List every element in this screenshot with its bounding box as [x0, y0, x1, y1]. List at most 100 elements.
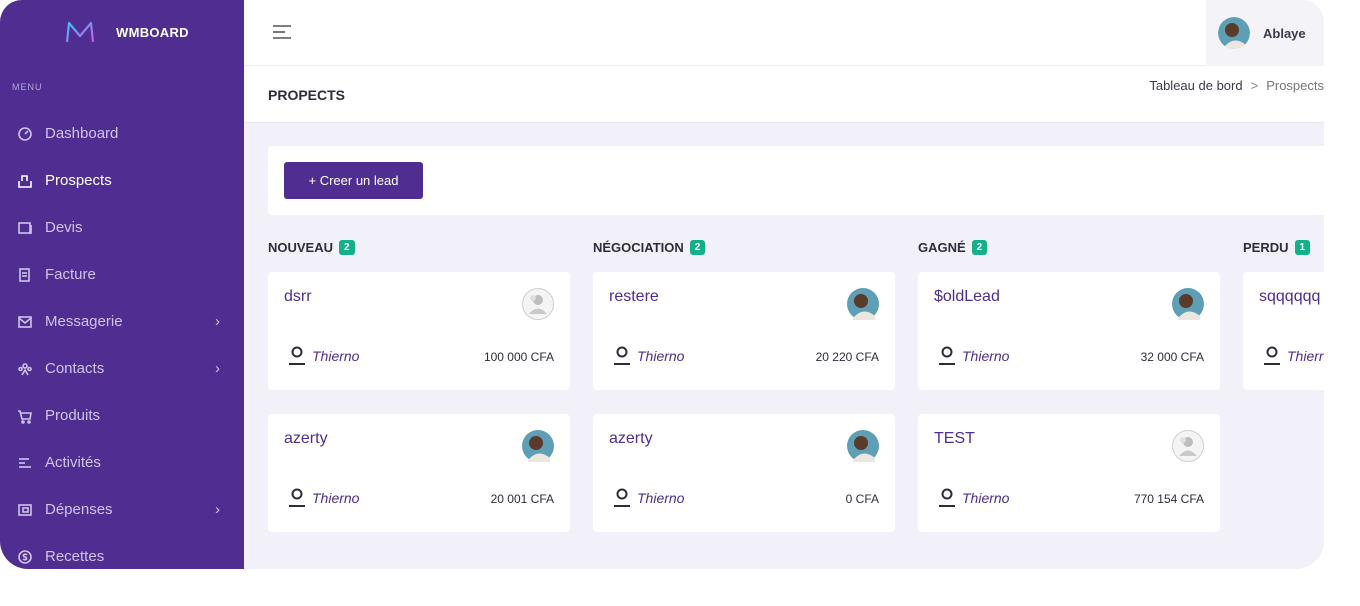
column-title: NOUVEAU — [268, 239, 334, 255]
lead-card[interactable]: restere Thierno 20 220 CFA — [593, 272, 895, 390]
brand-name: WMBOARD — [116, 24, 189, 40]
lead-title[interactable]: azerty — [284, 430, 328, 448]
column-header: PERDU 1 — [1243, 238, 1324, 256]
sidebar-item-recettes[interactable]: Recettes — [0, 533, 244, 569]
lead-amount: 770 154 CFA — [1133, 492, 1204, 506]
avatar-icon — [847, 430, 879, 462]
user-icon — [614, 346, 630, 365]
create-lead-button[interactable]: + Creer un lead — [284, 162, 423, 199]
column-header: NÉGOCIATION 2 — [593, 238, 895, 256]
lead-card[interactable]: azerty Thierno 20 001 CFA — [268, 414, 570, 532]
kanban-column: NOUVEAU 2 dsrr Thierno 100 000 CFA azerty Thie… — [268, 238, 570, 532]
sidebar-item-label: Activités — [45, 454, 101, 471]
revenue-icon — [17, 549, 33, 565]
lead-amount: 0 CFA — [845, 492, 879, 506]
sidebar-item-label: Dépenses — [45, 501, 113, 518]
owner-name: Thierno — [312, 490, 360, 506]
avatar-icon — [1172, 288, 1204, 320]
activities-icon — [17, 455, 33, 471]
facture-icon — [17, 267, 33, 283]
lead-title[interactable]: $oldLead — [934, 288, 1000, 306]
avatar-icon — [1172, 430, 1204, 462]
user-icon — [1264, 346, 1280, 365]
column-title: PERDU — [1243, 239, 1289, 255]
mail-icon — [17, 314, 33, 330]
column-header: GAGNÉ 2 — [918, 238, 1220, 256]
sidebar-item-dashboard[interactable]: Dashboard — [0, 110, 244, 157]
topbar: Ablaye — [244, 0, 1324, 66]
sidebar-item-label: Devis — [45, 219, 83, 236]
lead-title[interactable]: restere — [609, 288, 659, 306]
sidebar-item-prospects[interactable]: Prospects — [0, 157, 244, 204]
lead-card[interactable]: TEST Thierno 770 154 CFA — [918, 414, 1220, 532]
dashboard-icon — [17, 126, 33, 142]
lead-owner: Thierno — [288, 488, 359, 508]
kanban-column: GAGNÉ 2 $oldLead Thierno 32 000 CFA TEST Thier… — [918, 238, 1220, 532]
avatar-icon — [522, 430, 554, 462]
lead-card[interactable]: $oldLead Thierno 32 000 CFA — [918, 272, 1220, 390]
lead-amount: 32 000 CFA — [1140, 350, 1204, 364]
avatar-icon — [1218, 17, 1250, 49]
count-badge: 1 — [1294, 239, 1311, 255]
lead-title[interactable]: TEST — [934, 430, 975, 448]
kanban-column: PERDU 1 sqqqqqq Thierno — [1243, 238, 1324, 390]
sidebar-item-facture[interactable]: Facture — [0, 251, 244, 298]
user-icon — [939, 346, 955, 365]
lead-amount: 100 000 CFA — [483, 350, 554, 364]
lead-card[interactable]: dsrr Thierno 100 000 CFA — [268, 272, 570, 390]
lead-owner: Thierno — [938, 346, 1009, 366]
count-badge: 2 — [689, 239, 706, 255]
sidebar-item-devis[interactable]: Devis — [0, 204, 244, 251]
sidebar-item-messagerie[interactable]: Messagerie › — [0, 298, 244, 345]
expenses-icon — [17, 502, 33, 518]
sidebar-nav: Dashboard Prospects Devis Facture Messagerie… — [0, 110, 244, 569]
breadcrumb-current: Prospects — [1266, 78, 1324, 93]
action-panel: + Creer un lead — [268, 146, 1324, 215]
sidebar-item-label: Messagerie — [45, 313, 123, 330]
user-icon — [614, 488, 630, 507]
breadcrumb: Tableau de bord > Prospects — [1149, 78, 1324, 93]
page-title: PROPECTS — [268, 87, 346, 103]
user-icon — [289, 346, 305, 365]
lead-title[interactable]: sqqqqqq — [1259, 288, 1320, 306]
lead-owner: Thierno — [613, 346, 684, 366]
breadcrumb-separator: > — [1250, 78, 1259, 93]
user-icon — [289, 488, 305, 507]
count-badge: 2 — [971, 239, 988, 255]
avatar-icon — [847, 288, 879, 320]
count-badge: 2 — [339, 239, 355, 255]
chevron-right-icon: › — [215, 313, 220, 330]
lead-card[interactable]: sqqqqqq Thierno — [1243, 272, 1324, 390]
lead-owner: Thierno — [288, 346, 359, 366]
page-header: PROPECTS Tableau de bord > Prospects — [244, 66, 1324, 123]
sidebar-item-label: Produits — [45, 407, 101, 424]
sidebar-item-depenses[interactable]: Dépenses › — [0, 486, 244, 533]
lead-amount: 20 220 CFA — [815, 350, 879, 364]
owner-name: Thierno — [962, 348, 1010, 364]
lead-owner: Thierno — [1263, 346, 1324, 366]
sidebar-item-label: Recettes — [45, 548, 105, 565]
sidebar-item-activites[interactable]: Activités — [0, 439, 244, 486]
column-title: NÉGOCIATION — [593, 239, 684, 255]
brand[interactable]: WMBOARD — [0, 0, 244, 64]
lead-title[interactable]: dsrr — [284, 288, 312, 306]
lead-title[interactable]: azerty — [609, 430, 653, 448]
sidebar-item-produits[interactable]: Produits — [0, 392, 244, 439]
logo-icon — [65, 21, 95, 43]
devis-icon — [17, 220, 33, 236]
sidebar-item-label: Facture — [45, 266, 96, 283]
app-frame: WMBOARD MENU Dashboard Prospects Devis Fact… — [0, 0, 1324, 569]
prospects-icon — [17, 173, 33, 189]
menu-title: MENU — [12, 82, 43, 92]
menu-toggle-icon[interactable] — [272, 22, 294, 42]
user-icon — [939, 488, 955, 507]
column-header: NOUVEAU 2 — [268, 238, 570, 256]
breadcrumb-home[interactable]: Tableau de bord — [1149, 78, 1242, 93]
cart-icon — [17, 408, 33, 424]
kanban-column: NÉGOCIATION 2 restere Thierno 20 220 CFA azer… — [593, 238, 895, 532]
user-menu[interactable]: Ablaye — [1206, 0, 1324, 66]
lead-card[interactable]: azerty Thierno 0 CFA — [593, 414, 895, 532]
lead-amount: 20 001 CFA — [490, 492, 554, 506]
owner-name: Thierno — [637, 490, 685, 506]
sidebar-item-contacts[interactable]: Contacts › — [0, 345, 244, 392]
